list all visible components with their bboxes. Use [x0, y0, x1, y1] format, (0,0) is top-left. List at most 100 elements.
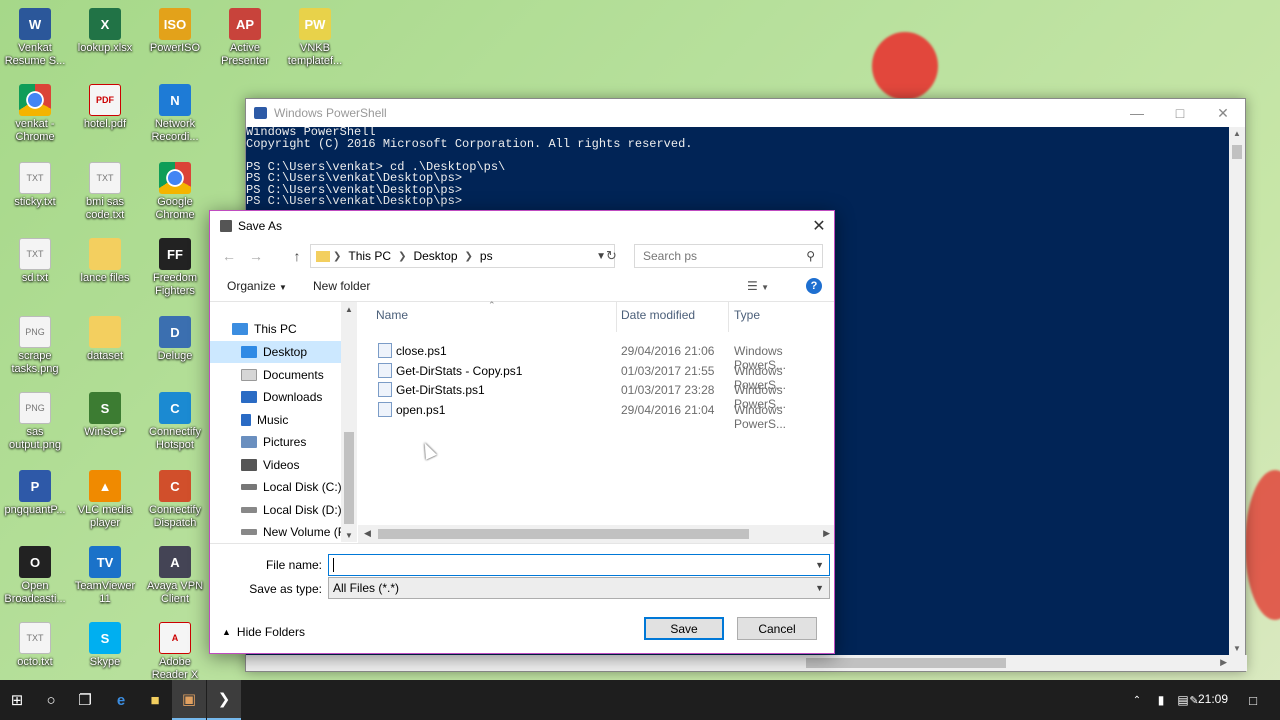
file-name-input[interactable]: ▼: [328, 554, 830, 576]
save-as-dialog[interactable]: Save As ✕ ← → ↑ ❯ This PC ❯ Desktop ❯ ps…: [209, 210, 835, 654]
powershell-titlebar[interactable]: Windows PowerShell: [246, 99, 1245, 127]
nav-item-music[interactable]: Music: [241, 409, 288, 431]
nav-item-downloads[interactable]: Downloads: [241, 386, 322, 408]
taskbar-powershell-icon[interactable]: ❯: [207, 680, 241, 720]
desktop-icon[interactable]: TXT bmi sas code.txt: [70, 162, 140, 222]
edge-browser-icon[interactable]: e: [104, 680, 138, 720]
maximize-button[interactable]: □: [1158, 99, 1202, 127]
nav-item-local-disk-d[interactable]: Local Disk (D:): [241, 499, 342, 521]
scrollbar-thumb[interactable]: [344, 432, 354, 524]
breadcrumb-this-pc[interactable]: This PC: [348, 249, 391, 263]
chevron-down-icon[interactable]: ▼: [596, 251, 606, 262]
back-arrow-icon[interactable]: ←: [218, 244, 240, 268]
cortana-circle-icon[interactable]: ○: [34, 680, 68, 720]
file-row[interactable]: Get-DirStats - Copy.ps1 01/03/2017 21:55 W…: [358, 361, 834, 392]
nav-item-local-disk-c[interactable]: Local Disk (C:): [241, 476, 342, 498]
help-icon[interactable]: ?: [806, 278, 822, 294]
desktop-icon[interactable]: AP Active Presenter: [210, 8, 280, 68]
chevron-up-icon[interactable]: ▲: [345, 305, 353, 314]
taskbar-clock[interactable]: 21:09: [1198, 692, 1228, 706]
desktop-icon[interactable]: Google Chrome: [140, 162, 210, 222]
desktop-icon[interactable]: C Connectify Dispatch: [140, 470, 210, 530]
desktop-icon[interactable]: ▲ VLC media player: [70, 470, 140, 530]
desktop-icon[interactable]: TV TeamViewer 11: [70, 546, 140, 606]
desktop-icon[interactable]: PNG scrape tasks.png: [0, 316, 70, 376]
chevron-down-icon[interactable]: ▼: [815, 560, 824, 570]
notifications-icon[interactable]: □: [1236, 680, 1270, 720]
desktop-icon[interactable]: PW VNKB templatef...: [280, 8, 350, 68]
dialog-titlebar[interactable]: Save As: [210, 211, 834, 241]
chevron-right-icon[interactable]: ▶: [823, 528, 830, 539]
chevron-down-icon[interactable]: ▼: [1233, 644, 1241, 653]
console-horizontal-scrollbar[interactable]: ▶: [246, 655, 1247, 671]
chevron-right-icon[interactable]: ❯: [398, 251, 406, 262]
desktop-icon[interactable]: D Deluge: [140, 316, 210, 363]
up-arrow-icon[interactable]: ↑: [286, 244, 308, 268]
hide-folders-button[interactable]: ▲ Hide Folders: [222, 625, 305, 639]
file-row[interactable]: close.ps1 29/04/2016 21:06 Windows PowerS.…: [358, 341, 834, 372]
desktop-icon[interactable]: PDF hotel.pdf: [70, 84, 140, 131]
view-options-icon[interactable]: ☰ ▼: [747, 279, 769, 293]
file-explorer-icon[interactable]: ■: [138, 680, 172, 720]
desktop-icon[interactable]: W Venkat Resume S...: [0, 8, 70, 68]
column-header-name[interactable]: Name: [376, 308, 408, 328]
address-bar[interactable]: ❯ This PC ❯ Desktop ❯ ps ▼: [310, 244, 615, 268]
desktop-icon[interactable]: PNG sas output.png: [0, 392, 70, 452]
nav-item-desktop[interactable]: Desktop: [210, 341, 341, 363]
new-folder-button[interactable]: New folder: [313, 279, 370, 293]
scrollbar-thumb[interactable]: [806, 658, 1006, 668]
save-type-select[interactable]: All Files (*.*) ▼: [328, 577, 830, 599]
dialog-close-button[interactable]: ✕: [804, 211, 834, 241]
file-row[interactable]: Get-DirStats.ps1 01/03/2017 23:28 Windows …: [358, 380, 834, 411]
minimize-button[interactable]: —: [1115, 99, 1159, 127]
desktop-icon[interactable]: S WinSCP: [70, 392, 140, 439]
file-row[interactable]: open.ps1 29/04/2016 21:04 Windows PowerS..…: [358, 400, 834, 431]
close-button[interactable]: ✕: [1201, 99, 1245, 127]
column-header-type[interactable]: Type: [734, 308, 760, 328]
desktop-icon[interactable]: Xlookup.xlsx: [70, 8, 140, 55]
search-input[interactable]: Search ps ⚲: [634, 244, 823, 268]
column-header-date[interactable]: Date modified: [621, 308, 695, 328]
nav-item-new-volume-f[interactable]: New Volume (F:): [241, 521, 352, 542]
windows-start-icon[interactable]: ⊞: [0, 680, 34, 720]
save-button[interactable]: Save: [644, 617, 724, 640]
breadcrumb-ps[interactable]: ps: [480, 249, 493, 263]
desktop-icon[interactable]: S Skype: [70, 622, 140, 669]
desktop-icon[interactable]: TXT octo.txt: [0, 622, 70, 669]
desktop-icon[interactable]: dataset: [70, 316, 140, 363]
nav-item-this-pc[interactable]: This PC: [232, 318, 342, 340]
scrollbar-thumb[interactable]: [378, 529, 749, 539]
nav-item-pictures[interactable]: Pictures: [241, 431, 306, 453]
desktop-icon[interactable]: O Open Broadcasti...: [0, 546, 70, 606]
forward-arrow-icon[interactable]: →: [245, 244, 267, 268]
chevron-left-icon[interactable]: ◀: [364, 528, 371, 539]
desktop-icon[interactable]: FF Freedom Fighters: [140, 238, 210, 298]
task-view-icon[interactable]: ❐: [68, 680, 102, 720]
chevron-right-icon[interactable]: ❯: [333, 251, 341, 262]
desktop-icon[interactable]: C Connectify Hotspot: [140, 392, 210, 452]
breadcrumb-desktop[interactable]: Desktop: [413, 249, 457, 263]
desktop-icon[interactable]: TXT sticky.txt: [0, 162, 70, 209]
chevron-right-icon[interactable]: ❯: [465, 251, 473, 262]
file-list-horizontal-scrollbar[interactable]: ◀ ▶: [358, 525, 834, 543]
taskbar-app-notepad-icon[interactable]: ▣: [172, 680, 206, 720]
chevron-right-icon[interactable]: ▶: [1220, 657, 1227, 668]
desktop-icon[interactable]: PpngquantP...: [0, 470, 70, 517]
nav-pane-scrollbar[interactable]: ▲ ▼: [341, 302, 357, 542]
desktop-icon[interactable]: A Adobe Reader X: [140, 622, 210, 682]
scrollbar-thumb[interactable]: [1232, 145, 1242, 159]
desktop-icon[interactable]: venkat - Chrome: [0, 84, 70, 144]
cancel-button[interactable]: Cancel: [737, 617, 817, 640]
organize-button[interactable]: Organize ▼: [227, 279, 287, 293]
desktop-icon[interactable]: ISO PowerISO: [140, 8, 210, 55]
desktop-icon[interactable]: TXT sd.txt: [0, 238, 70, 285]
desktop-icon[interactable]: A Avaya VPN Client: [140, 546, 210, 606]
nav-item-documents[interactable]: Documents: [241, 364, 324, 386]
chevron-down-icon[interactable]: ▼: [815, 583, 824, 593]
chevron-up-icon[interactable]: ▲: [1233, 129, 1241, 138]
desktop-icon[interactable]: lance files: [70, 238, 140, 285]
nav-item-videos[interactable]: Videos: [241, 454, 299, 476]
desktop-icon[interactable]: N Network Recordi...: [140, 84, 210, 144]
console-vertical-scrollbar[interactable]: ▲ ▼: [1229, 127, 1245, 655]
refresh-icon[interactable]: ↻: [606, 248, 617, 264]
